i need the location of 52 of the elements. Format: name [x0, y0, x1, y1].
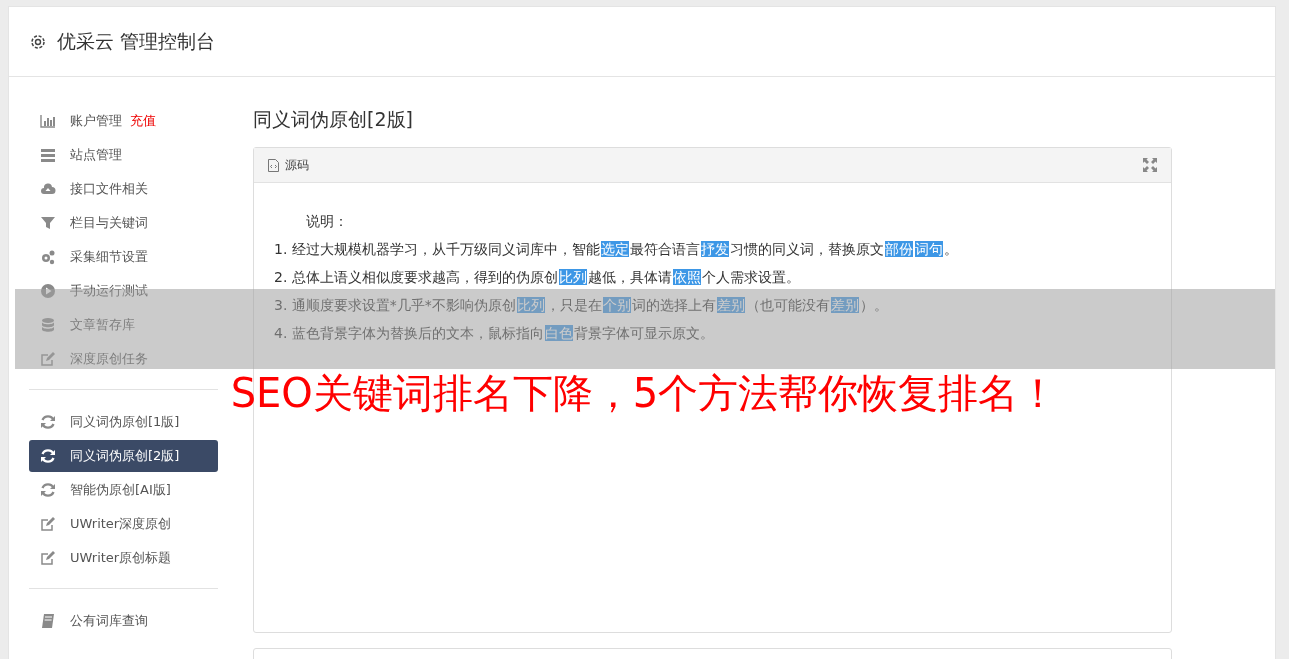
sidebar-item[interactable]: 账户管理 充值	[29, 105, 218, 137]
sidebar-label: 同义词伪原创[2版]	[70, 447, 180, 465]
sidebar-label: 采集细节设置	[70, 248, 148, 266]
sidebar-label: 公有词库查询	[70, 612, 148, 630]
sidebar-item[interactable]: 同义词伪原创[1版]	[29, 406, 218, 438]
sidebar-item[interactable]: UWriter深度原创	[29, 508, 218, 540]
fullscreen-icon[interactable]	[1143, 158, 1157, 172]
book-icon	[40, 613, 56, 629]
sidebar-item[interactable]: 采集细节设置	[29, 241, 218, 273]
refresh-icon	[40, 414, 56, 430]
database-icon	[40, 317, 56, 333]
sidebar-label: UWriter深度原创	[70, 515, 172, 533]
sidebar-item[interactable]: UWriter原创标题	[29, 542, 218, 574]
sidebar-label: 接口文件相关	[70, 180, 148, 198]
sidebar-label: 深度原创任务	[70, 350, 148, 368]
description-line: 4. 蓝色背景字体为替换后的文本，鼠标指向 白色背景字体可显示原文。	[274, 324, 715, 343]
edit-icon	[40, 550, 56, 566]
sidebar-label: 站点管理	[70, 146, 122, 164]
sidebar-label: 智能伪原创[AI版]	[70, 481, 171, 499]
play-icon	[40, 283, 56, 299]
edit-icon	[40, 516, 56, 532]
sidebar-label: 栏目与关键词	[70, 214, 148, 232]
refresh-icon	[40, 482, 56, 498]
description-line: 1. 经过大规模机器学习，从千万级同义词库中，智能选定最符合语言抒发习惯的同义词，替换原文部份词句。	[274, 240, 959, 259]
recharge-link[interactable]: 充值	[130, 112, 156, 130]
sidebar-label: UWriter原创标题	[70, 549, 172, 567]
cloud-upload-icon	[40, 181, 56, 197]
sidebar-item[interactable]: 智能伪原创[AI版]	[29, 474, 218, 506]
page-title: 同义词伪原创[2版]	[253, 107, 414, 132]
sidebar-item[interactable]: 接口文件相关	[29, 173, 218, 205]
gears-icon	[40, 249, 56, 265]
filter-icon	[40, 215, 56, 231]
sidebar-item[interactable]: 栏目与关键词	[29, 207, 218, 239]
settings-icon	[29, 32, 47, 51]
code-file-icon	[268, 158, 279, 172]
sidebar-label: 手动运行测试	[70, 282, 148, 300]
bar-chart-icon	[40, 113, 56, 129]
app-title: 优采云 管理控制台	[57, 28, 216, 54]
sidebar-label: 文章暂存库	[70, 316, 135, 334]
edit-icon	[40, 351, 56, 367]
description-heading: 说明：	[305, 212, 349, 231]
server-icon	[40, 147, 56, 163]
sidebar-label: 账户管理	[70, 112, 122, 130]
sidebar-item[interactable]: 公有词库查询	[29, 605, 218, 637]
description-line: 2. 总体上语义相似度要求越高，得到的伪原创 比列越低，具体请依照个人需求设置。	[274, 268, 801, 287]
source-tab[interactable]: 源码	[285, 156, 309, 174]
sidebar-item[interactable]: 站点管理	[29, 139, 218, 171]
banner-headline: SEO关键词排名下降，5个方法帮你恢复排名！	[230, 369, 1059, 418]
refresh-icon	[40, 448, 56, 464]
description-line: 3. 通顺度要求设置*几乎*不影响伪原创 比列，只是在个别词的选择上有差别（也可能没有差别）。	[274, 296, 889, 315]
sidebar-label: 同义词伪原创[1版]	[70, 413, 180, 431]
sidebar-item[interactable]: 同义词伪原创[2版]	[29, 440, 218, 472]
